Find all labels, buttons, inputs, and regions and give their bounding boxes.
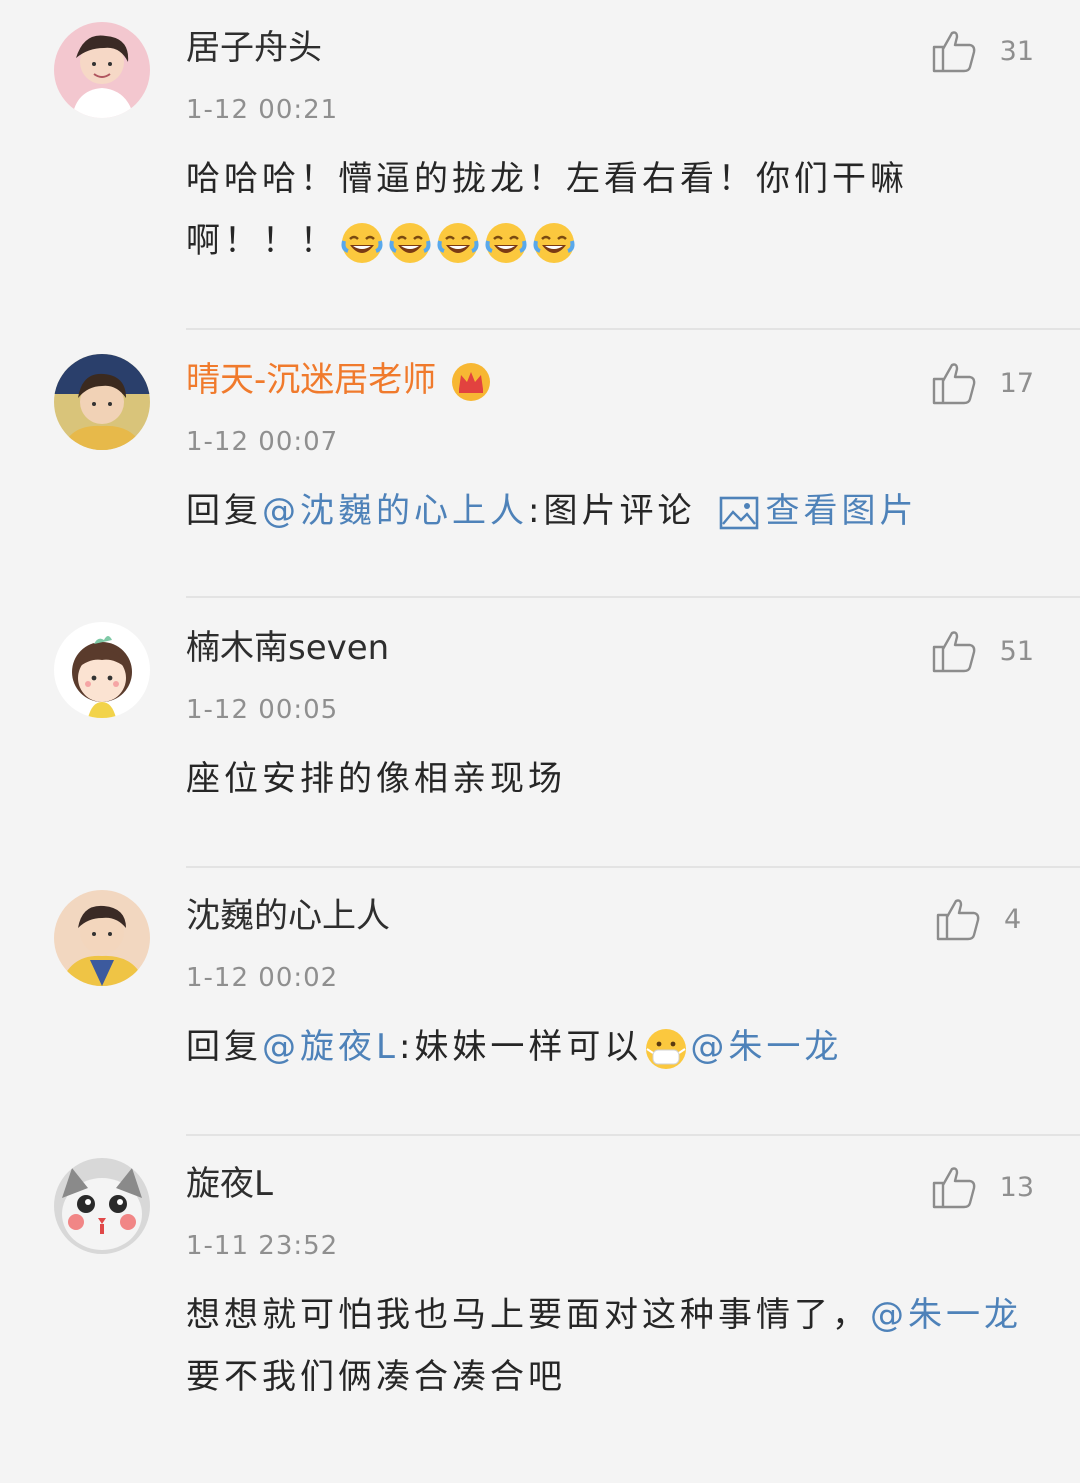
comment-text: 座位安排的像相亲现场 — [186, 748, 1026, 810]
crown-icon — [450, 361, 492, 403]
thumbs-up-icon — [932, 31, 975, 73]
mention-link[interactable]: @朱一龙 — [690, 1027, 842, 1067]
comment-list: 居子舟头 1-12 00:21 31 哈哈哈！懵逼的拢龙！左看右看！你们干嘛啊！… — [0, 0, 1080, 1483]
comment-body: :图片评论 — [528, 491, 696, 531]
comment-time: 1-12 00:21 — [186, 95, 339, 125]
comment-time: 1-12 00:02 — [186, 963, 339, 993]
username[interactable]: 居子舟头 — [186, 26, 322, 70]
comment-time: 1-12 00:07 — [186, 427, 339, 457]
comment-time: 1-11 23:52 — [186, 1231, 339, 1261]
divider — [186, 596, 1080, 598]
avatar[interactable] — [54, 22, 150, 118]
reply-prefix: 回复 — [186, 1027, 262, 1067]
mention-link[interactable]: @朱一龙 — [870, 1295, 1022, 1335]
like-button[interactable]: 51 — [930, 626, 1034, 676]
thumbs-up-icon — [932, 631, 975, 673]
like-count: 13 — [999, 1171, 1034, 1203]
laugh-cry-emoji — [340, 221, 384, 265]
comment-text: 哈哈哈！懵逼的拢龙！左看右看！你们干嘛啊！！！ — [186, 148, 1026, 272]
thumbs-up-icon — [936, 899, 980, 941]
comment-item: 旋夜L 1-11 23:52 13 想想就可怕我也马上要面对这种事情了，@朱一龙… — [0, 1136, 1080, 1483]
comment-item: 居子舟头 1-12 00:21 31 哈哈哈！懵逼的拢龙！左看右看！你们干嘛啊！… — [0, 0, 1080, 330]
comment-item: 沈巍的心上人 1-12 00:02 4 回复@旋夜L:妹妹一样可以 @朱一龙 — [0, 868, 1080, 1136]
avatar[interactable] — [54, 354, 150, 450]
avatar[interactable] — [54, 622, 150, 718]
picture-icon — [719, 496, 759, 530]
comment-item: 楠木南seven 1-12 00:05 51 座位安排的像相亲现场 — [0, 600, 1080, 868]
thumbs-up-icon — [932, 1167, 975, 1209]
view-image-link[interactable]: 查看图片 — [695, 491, 917, 531]
comment-text: 想想就可怕我也马上要面对这种事情了，@朱一龙 要不我们俩凑合凑合吧 — [186, 1284, 1026, 1408]
like-count: 17 — [999, 367, 1034, 399]
laugh-cry-emoji — [388, 221, 432, 265]
like-button[interactable]: 13 — [930, 1162, 1034, 1212]
avatar[interactable] — [54, 1158, 150, 1254]
reply-prefix: 回复 — [186, 491, 262, 531]
username[interactable]: 旋夜L — [186, 1162, 273, 1206]
username[interactable]: 晴天-沉迷居老师 — [186, 358, 492, 403]
comment-body: 想想就可怕我也马上要面对这种事情了， — [186, 1295, 870, 1335]
username[interactable]: 楠木南seven — [186, 626, 389, 670]
mention-link[interactable]: @沈巍的心上人 — [262, 491, 528, 531]
like-count: 4 — [1004, 903, 1022, 935]
like-button[interactable]: 31 — [930, 26, 1034, 76]
laugh-cry-emoji — [532, 221, 576, 265]
comment-body: :妹妹一样可以 — [398, 1027, 643, 1067]
like-button[interactable]: 17 — [930, 358, 1034, 408]
comment-body: 座位安排的像相亲现场 — [186, 759, 566, 799]
comment-body-tail: 要不我们俩凑合凑合吧 — [186, 1357, 566, 1397]
laugh-cry-emoji — [484, 221, 528, 265]
thumbs-up-icon — [932, 363, 975, 405]
mention-link[interactable]: @旋夜L — [262, 1027, 399, 1067]
comment-text: 回复@旋夜L:妹妹一样可以 @朱一龙 — [186, 1016, 1026, 1078]
comment-time: 1-12 00:05 — [186, 695, 339, 725]
like-count: 31 — [999, 35, 1034, 67]
mask-emoji — [644, 1027, 688, 1071]
comment-text: 回复@沈巍的心上人:图片评论 查看图片 — [186, 480, 1026, 542]
comment-item: 晴天-沉迷居老师 1-12 00:07 17 回复@沈巍的心上人:图片评论 查看图… — [0, 332, 1080, 600]
view-image-label: 查看图片 — [765, 491, 918, 531]
divider — [186, 328, 1080, 330]
username[interactable]: 沈巍的心上人 — [186, 894, 390, 938]
laugh-cry-emoji — [436, 221, 480, 265]
avatar[interactable] — [54, 890, 150, 986]
like-count: 51 — [999, 635, 1034, 667]
username-text: 晴天-沉迷居老师 — [186, 360, 437, 400]
like-button[interactable]: 4 — [934, 894, 1034, 944]
